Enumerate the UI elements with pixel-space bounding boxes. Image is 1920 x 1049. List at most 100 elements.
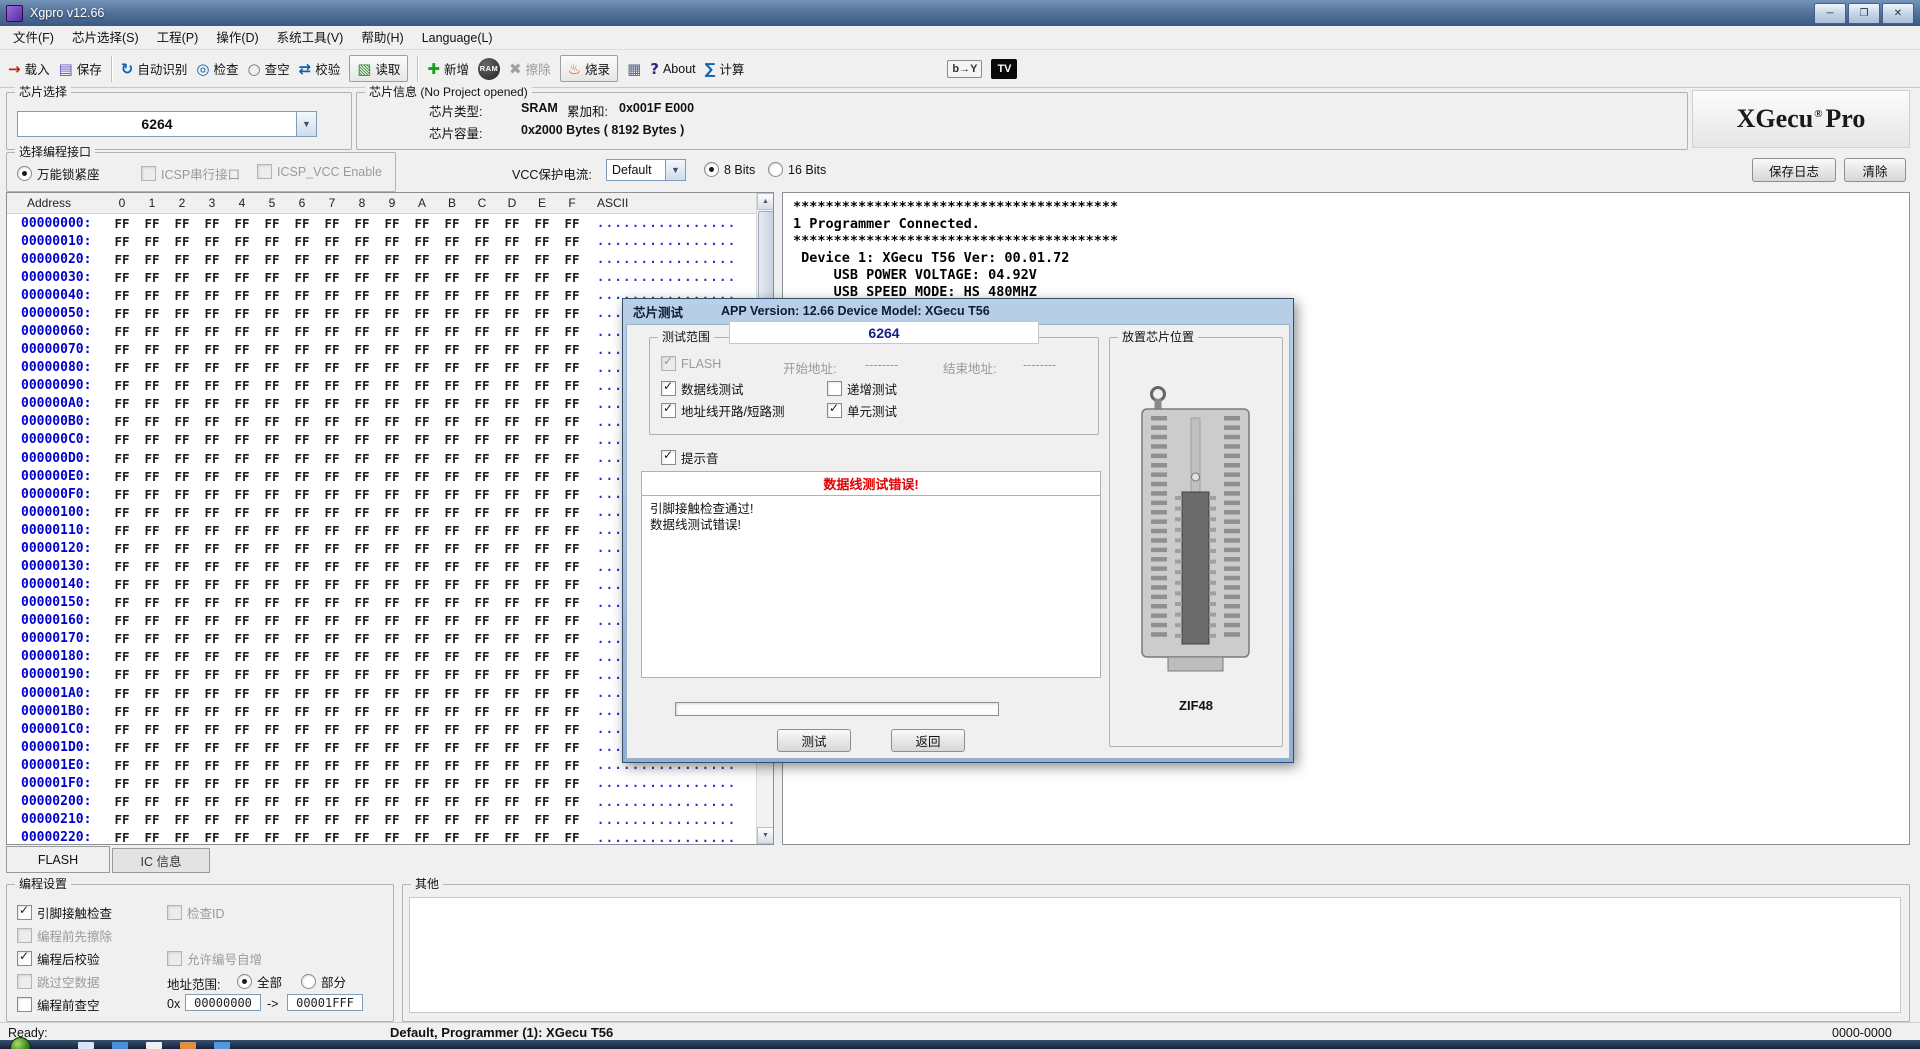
scroll-down-icon[interactable]: ▼ <box>757 827 774 844</box>
maximize-button[interactable]: ❐ <box>1848 3 1880 24</box>
auto-serial-checkbox[interactable]: 允许编号自增 <box>167 949 262 968</box>
address-from-input[interactable] <box>185 994 261 1011</box>
back-button[interactable]: 返回 <box>891 729 965 752</box>
skip-blank-checkbox[interactable]: 跳过空数据 <box>17 972 100 991</box>
load-button[interactable]: →载入 <box>8 59 50 78</box>
menu-item[interactable]: 文件(F) <box>4 26 63 50</box>
grid-view-button[interactable]: ▦ <box>627 60 641 78</box>
hex-row[interactable]: 00000220:FFFFFFFFFFFFFFFFFFFFFFFFFFFFFFF… <box>7 829 773 845</box>
hex-byte-cell: FF <box>557 704 587 719</box>
log-line: Device 1: XGecu T56 Ver: 00.01.72 <box>793 250 1899 267</box>
minimize-button[interactable]: ─ <box>1814 3 1846 24</box>
hex-row[interactable]: 00000000:FFFFFFFFFFFFFFFFFFFFFFFFFFFFFFF… <box>7 214 773 232</box>
taskbar[interactable] <box>0 1040 1920 1049</box>
address-to-input[interactable] <box>287 994 363 1011</box>
hex-row[interactable]: 00000200:FFFFFFFFFFFFFFFFFFFFFFFFFFFFFFF… <box>7 793 773 811</box>
zif-socket-graphic <box>1138 382 1253 682</box>
hex-byte-cell: FF <box>377 432 407 447</box>
icsp-vcc-checkbox[interactable]: ICSP_VCC Enable <box>257 164 382 179</box>
menu-item[interactable]: 帮助(H) <box>352 26 412 50</box>
verify-button[interactable]: ⇄校验 <box>299 59 341 78</box>
bits8-radio[interactable]: 8 Bits <box>704 162 755 177</box>
vcc-combo[interactable]: Default ▼ <box>606 159 686 181</box>
verify-after-checkbox[interactable]: 编程后校验 <box>17 949 100 968</box>
tab-ic-info[interactable]: IC 信息 <box>112 848 210 873</box>
save-button[interactable]: ▤保存 <box>59 59 102 78</box>
hex-byte-cell: FF <box>137 595 167 610</box>
auto-identify-button[interactable]: ↻自动识别 <box>121 59 188 78</box>
calculator-button[interactable]: ∑计算 <box>705 59 745 78</box>
address-line-test-checkbox[interactable]: 地址线开路/短路测 <box>661 401 784 420</box>
read-button[interactable]: ▧读取 <box>349 55 408 82</box>
hex-row[interactable]: 000001F0:FFFFFFFFFFFFFFFFFFFFFFFFFFFFFFF… <box>7 774 773 792</box>
taskbar-app-icon[interactable] <box>146 1042 162 1049</box>
erase-button[interactable]: ✖擦除 <box>509 59 551 78</box>
program-button[interactable]: ♨烧录 <box>560 55 618 82</box>
title-bar[interactable]: Xgpro v12.66 ─ ❐ ✕ <box>0 0 1920 26</box>
chip-select-combo[interactable]: 6264 ▼ <box>17 111 317 137</box>
hex-byte-cell: FF <box>317 378 347 393</box>
hex-byte-cell: FF <box>287 649 317 664</box>
ram-test-button[interactable]: RAM <box>478 58 500 80</box>
data-line-test-checkbox[interactable]: 数据线测试 <box>661 379 744 398</box>
menu-item[interactable]: 芯片选择(S) <box>63 26 148 50</box>
clear-log-button[interactable]: 清除 <box>1844 158 1906 182</box>
unit-test-checkbox[interactable]: 单元测试 <box>827 401 897 420</box>
add-new-button[interactable]: ✚新增 <box>427 59 469 78</box>
menu-item[interactable]: 系统工具(V) <box>268 26 353 50</box>
flash-checkbox[interactable]: FLASH <box>661 356 721 371</box>
check-id-button[interactable]: ◎检查 <box>196 59 238 78</box>
hex-row[interactable]: 00000020:FFFFFFFFFFFFFFFFFFFFFFFFFFFFFFF… <box>7 250 773 268</box>
hex-column-header: 6 <box>287 196 317 210</box>
vcc-value[interactable]: Default <box>606 159 666 181</box>
range-arrow-label: -> <box>267 997 278 1011</box>
menu-item[interactable]: 工程(P) <box>148 26 208 50</box>
icsp-serial-checkbox[interactable]: ICSP串行接口 <box>141 164 240 183</box>
hex-byte-cell: FF <box>107 559 137 574</box>
blank-check-button[interactable]: ○查空 <box>248 59 290 78</box>
menu-item[interactable]: 操作(D) <box>207 26 267 50</box>
chip-select-value[interactable]: 6264 <box>17 111 297 137</box>
menu-item[interactable]: Language(L) <box>413 26 502 50</box>
taskbar-app-icon[interactable] <box>214 1042 230 1049</box>
range-part-radio[interactable]: 部分 <box>301 972 346 991</box>
logic-test-button[interactable]: b→Y <box>947 60 982 78</box>
check-id-checkbox[interactable]: 检查ID <box>167 903 225 922</box>
hex-byte-cell: FF <box>347 306 377 321</box>
taskbar-app-icon[interactable] <box>180 1042 196 1049</box>
range-all-radio[interactable]: 全部 <box>237 972 282 991</box>
beep-checkbox[interactable]: 提示音 <box>661 448 719 467</box>
close-button[interactable]: ✕ <box>1882 3 1914 24</box>
hex-byte-cell: FF <box>137 830 167 845</box>
hex-row[interactable]: 00000210:FFFFFFFFFFFFFFFFFFFFFFFFFFFFFFF… <box>7 811 773 829</box>
hex-row[interactable]: 00000010:FFFFFFFFFFFFFFFFFFFFFFFFFFFFFFF… <box>7 232 773 250</box>
pin-check-checkbox[interactable]: 引脚接触检查 <box>17 903 112 922</box>
hex-byte-cell: FF <box>527 378 557 393</box>
increment-test-checkbox[interactable]: 递增测试 <box>827 379 897 398</box>
tab-flash[interactable]: FLASH <box>6 846 110 873</box>
socket-radio[interactable]: 万能锁紧座 <box>17 164 100 183</box>
taskbar-app-icon[interactable] <box>78 1042 94 1049</box>
dialog-title-bar[interactable]: 芯片测试 APP Version: 12.66 Device Model: XG… <box>623 299 1293 323</box>
hex-byte-cell: FF <box>167 830 197 845</box>
chip-select-dropdown-button[interactable]: ▼ <box>297 111 317 137</box>
hex-byte-cell: FF <box>347 414 377 429</box>
taskbar-app-icon[interactable] <box>112 1042 128 1049</box>
hex-byte-cell: FF <box>167 342 197 357</box>
about-button[interactable]: ?About <box>650 60 695 78</box>
blank-before-checkbox[interactable]: 编程前查空 <box>17 995 100 1014</box>
hex-byte-cell: FF <box>257 505 287 520</box>
hex-byte-cell: FF <box>317 722 347 737</box>
save-log-button[interactable]: 保存日志 <box>1752 158 1836 182</box>
hex-byte-cell: FF <box>377 234 407 249</box>
tv-mode-button[interactable]: TV <box>991 59 1017 79</box>
chip-select-group: 芯片选择 6264 ▼ <box>6 92 352 150</box>
scroll-up-icon[interactable]: ▲ <box>757 193 774 210</box>
erase-before-checkbox[interactable]: 编程前先擦除 <box>17 926 112 945</box>
hex-byte-cell: FF <box>287 667 317 682</box>
hex-row[interactable]: 00000030:FFFFFFFFFFFFFFFFFFFFFFFFFFFFFFF… <box>7 268 773 286</box>
vcc-dropdown-button[interactable]: ▼ <box>666 159 686 181</box>
test-button[interactable]: 测试 <box>777 729 851 752</box>
scrollbar-thumb[interactable] <box>758 211 774 299</box>
bits16-radio[interactable]: 16 Bits <box>768 162 826 177</box>
